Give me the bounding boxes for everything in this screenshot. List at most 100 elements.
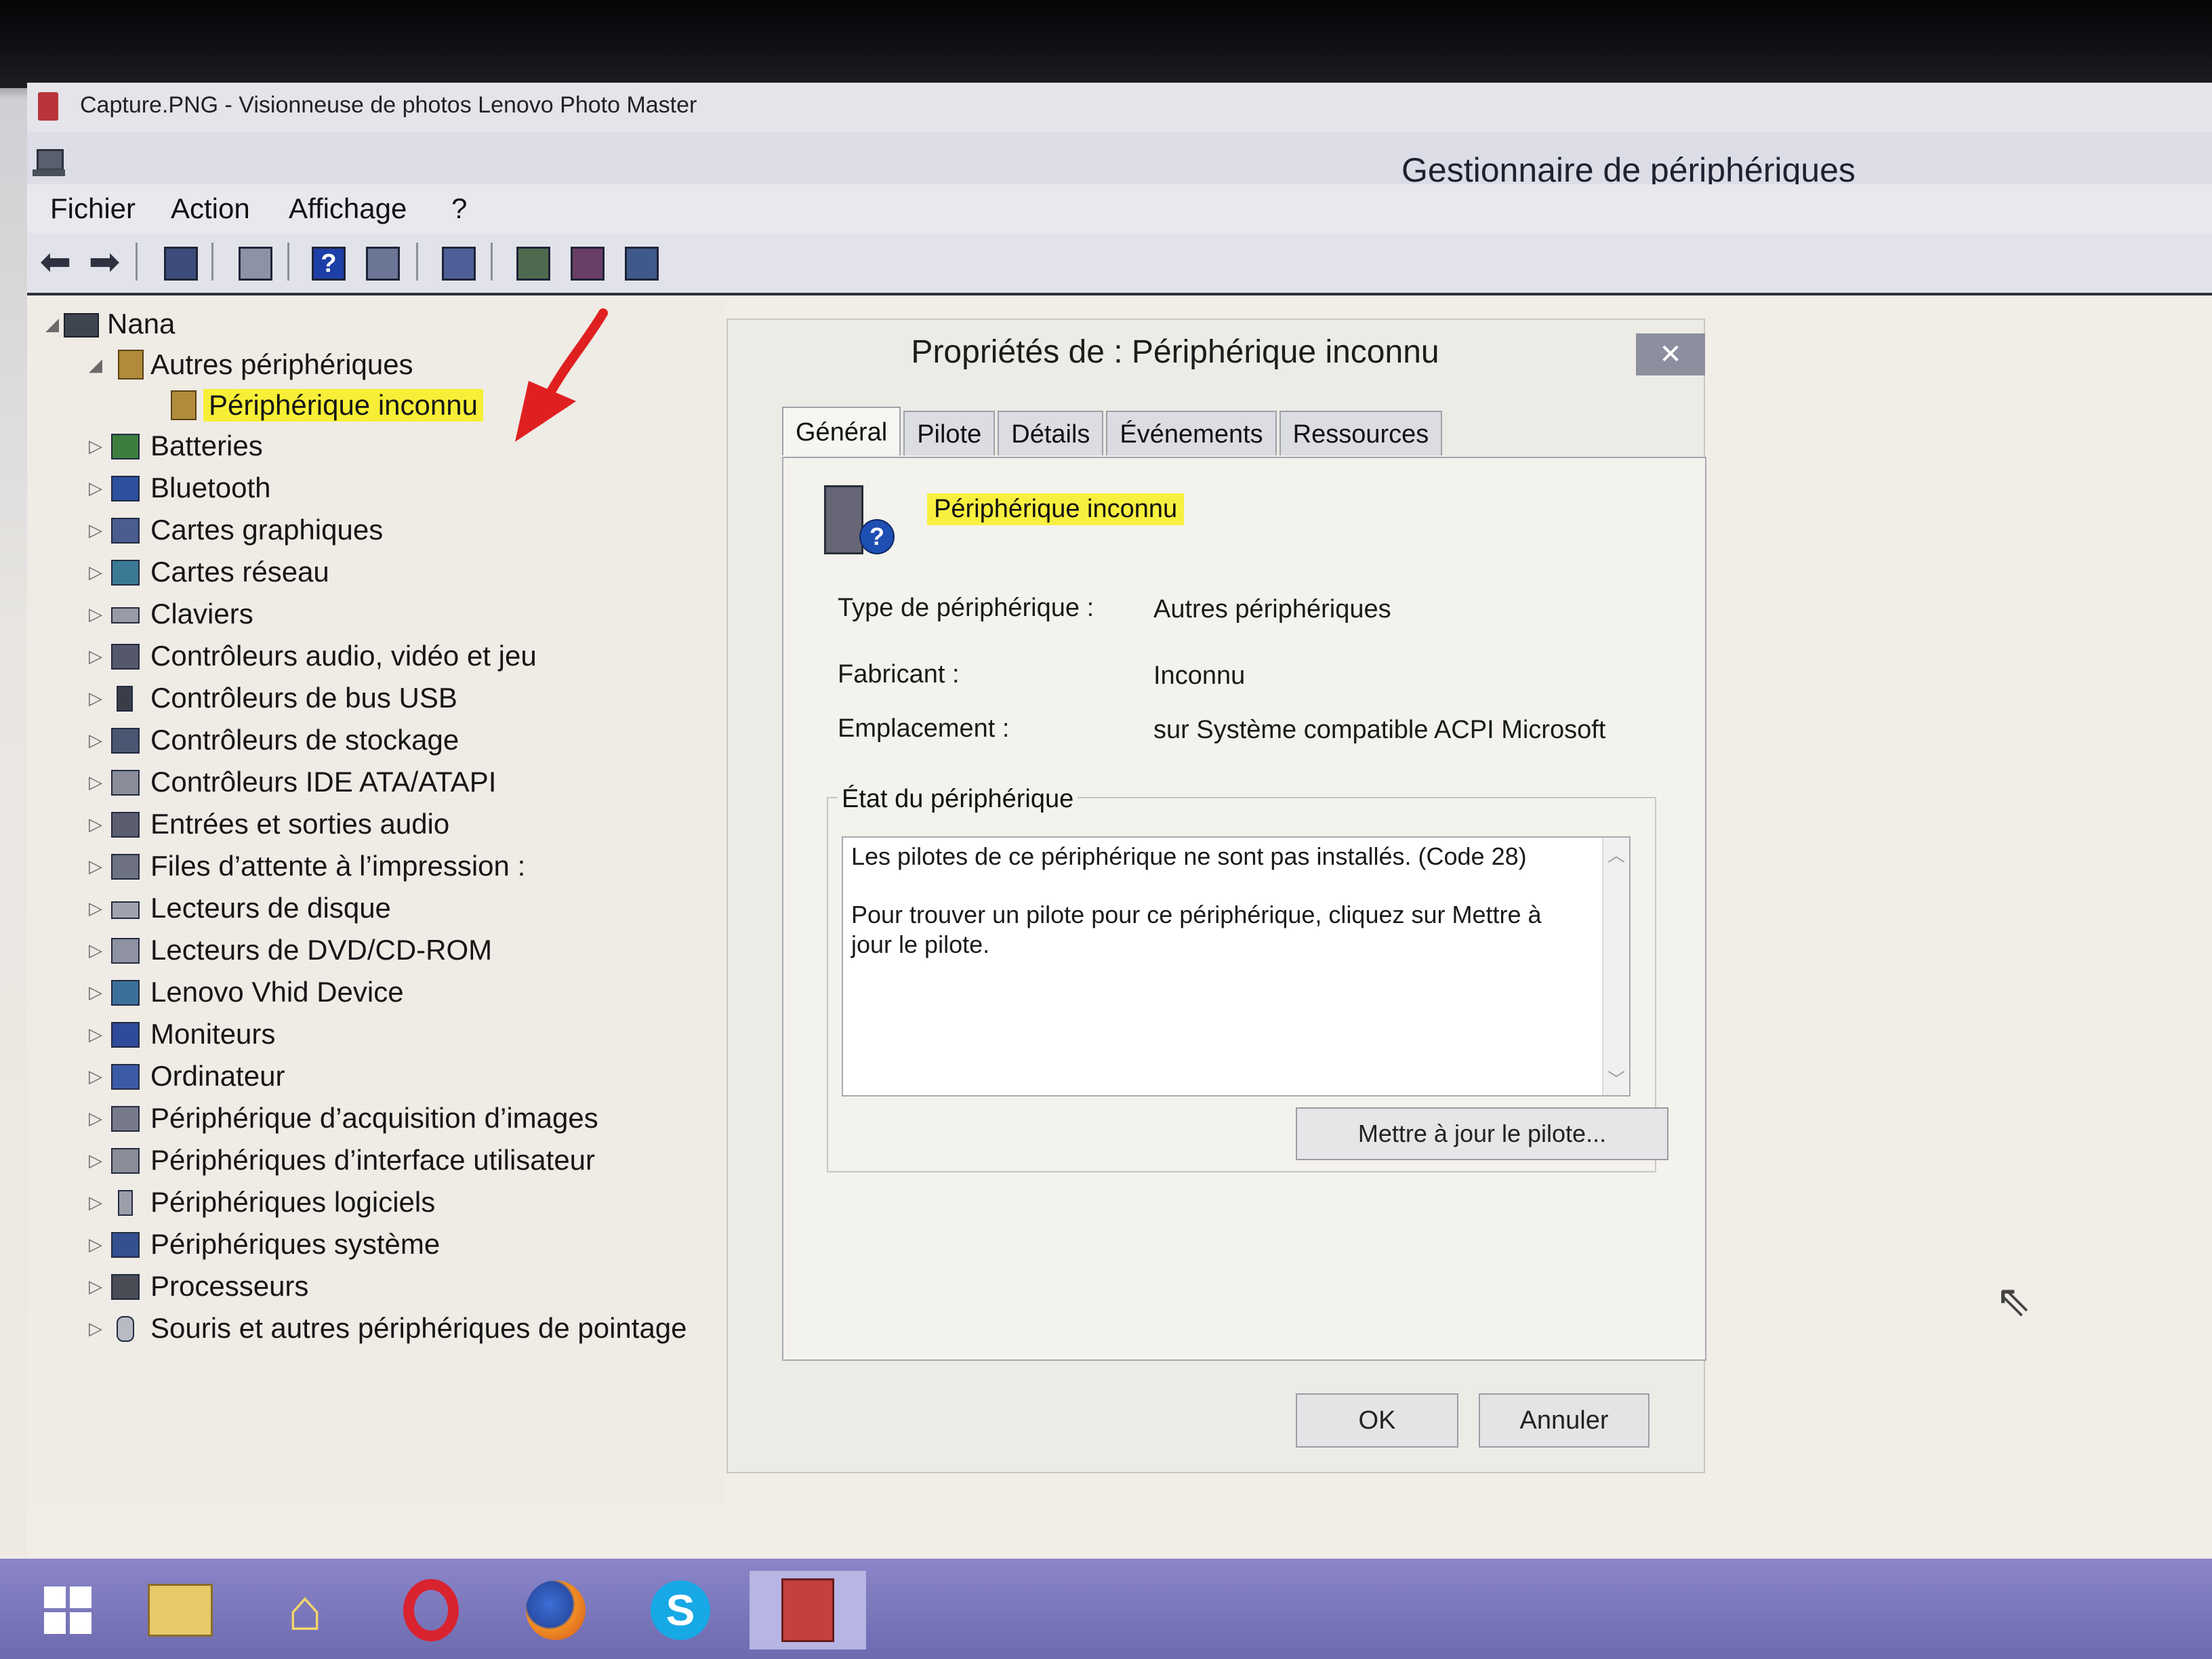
cancel-button[interactable]: Annuler [1479, 1393, 1650, 1448]
home-icon[interactable]: ⌂ [258, 1571, 352, 1650]
photo-viewer-icon[interactable] [750, 1571, 866, 1650]
tree-category[interactable]: ▷ Moniteurs [84, 1014, 275, 1054]
properties-icon[interactable] [234, 241, 272, 282]
scroll-up-icon[interactable]: ︿ [1603, 842, 1629, 867]
device-name: Périphérique inconnu [927, 493, 1185, 525]
scan-hardware-icon[interactable] [438, 241, 476, 282]
tree-root-label: Nana [107, 308, 176, 340]
tree-category[interactable]: ▷ Périphérique d’acquisition d’images [84, 1098, 598, 1139]
opera-icon[interactable] [384, 1571, 478, 1650]
device-status-textbox[interactable]: Les pilotes de ce périphérique ne sont p… [842, 836, 1631, 1097]
device-status-group: État du périphérique Les pilotes de ce p… [827, 785, 1668, 1172]
uninstall-device-icon[interactable] [621, 241, 659, 282]
storage-controller-icon [107, 724, 141, 756]
ok-button[interactable]: OK [1296, 1393, 1458, 1448]
skype-icon[interactable]: S [633, 1571, 728, 1650]
tab-general[interactable]: Général [782, 407, 901, 455]
scroll-down-icon[interactable]: ﹀ [1603, 1066, 1629, 1091]
tree-item-selected[interactable]: Périphérique inconnu [160, 385, 483, 426]
photo-viewer-app-icon [38, 92, 58, 121]
forward-icon[interactable]: ➡ [85, 241, 123, 282]
toolbar-separator [416, 243, 418, 281]
disable-device-icon[interactable] [567, 241, 605, 282]
warning-device-icon [160, 389, 197, 422]
network-adapter-icon [107, 556, 141, 588]
collapse-icon[interactable]: ◢ [84, 354, 107, 375]
tree-category[interactable]: ▷ Bluetooth [84, 468, 270, 508]
toolbar-separator [491, 243, 493, 281]
mouse-icon [107, 1312, 141, 1345]
console-tree-icon[interactable] [160, 241, 198, 282]
status-scrollbar[interactable]: ︿ ﹀ [1602, 838, 1629, 1095]
tree-category[interactable]: ▷ Batteries [84, 426, 263, 466]
help-icon[interactable]: ? [308, 241, 346, 282]
tab-strip: Général Pilote Détails Événements Ressou… [782, 407, 1445, 457]
tree-category[interactable]: ▷ Processeurs [84, 1266, 308, 1307]
device-type-label: Type de périphérique : [838, 594, 1094, 622]
update-driver-button[interactable]: Mettre à jour le pilote... [1296, 1107, 1668, 1160]
tree-category[interactable]: ▷ Files d’attente à l’impression : [84, 846, 525, 886]
toolbar-separator [287, 243, 289, 281]
tree-category[interactable]: ▷ Entrées et sorties audio [84, 804, 449, 844]
tab-ressources[interactable]: Ressources [1279, 411, 1443, 455]
usb-icon [107, 682, 141, 714]
tree-category[interactable]: ▷ Périphériques d’interface utilisateur [84, 1140, 595, 1181]
menu-action[interactable]: Action [171, 192, 250, 225]
monitor-bezel [0, 0, 2212, 88]
tree-category[interactable]: ▷ Claviers [84, 594, 253, 634]
status-message: Les pilotes de ce périphérique ne sont p… [851, 842, 1527, 870]
tree-category[interactable]: ▷ Contrôleurs audio, vidéo et jeu [84, 636, 537, 676]
ide-controller-icon [107, 766, 141, 798]
properties-dialog: Propriétés de : Périphérique inconnu ✕ G… [726, 319, 1706, 1473]
photo-viewer-title: Capture.PNG - Visionneuse de photos Leno… [80, 92, 697, 118]
menu-fichier[interactable]: Fichier [50, 192, 136, 225]
toolbar: ⬅ ➡ ? [27, 233, 2212, 295]
tree-category[interactable]: ▷ Cartes graphiques [84, 510, 383, 550]
tab-details[interactable]: Détails [998, 411, 1104, 455]
tree-category[interactable]: ▷ Souris et autres périphériques de point… [84, 1308, 687, 1349]
back-icon[interactable]: ⬅ [37, 241, 75, 282]
speaker-icon [107, 640, 141, 672]
tree-category[interactable]: ▷ Ordinateur [84, 1056, 285, 1097]
tree-category[interactable]: ▷ Cartes réseau [84, 552, 329, 592]
unknown-device-icon: ? [824, 485, 899, 560]
tree-category[interactable]: ▷ Lecteurs de DVD/CD-ROM [84, 930, 492, 970]
menu-affichage[interactable]: Affichage [289, 192, 407, 225]
keyboard-icon [107, 598, 141, 630]
close-icon[interactable]: ✕ [1636, 333, 1705, 375]
tree-category[interactable]: ▷ Contrôleurs de stockage [84, 720, 459, 760]
tab-evenements[interactable]: Événements [1106, 411, 1277, 455]
tree-category[interactable]: ▷ Lecteurs de disque [84, 888, 391, 928]
tree-group-autres[interactable]: ◢ Autres périphériques [84, 344, 413, 385]
tree-root[interactable]: ◢ Nana [41, 304, 175, 344]
computer-icon [107, 1060, 141, 1092]
software-device-icon [107, 1186, 141, 1218]
view-icon[interactable] [362, 241, 400, 282]
disk-drive-icon [107, 892, 141, 924]
general-tab-panel: ? Périphérique inconnu Type de périphéri… [782, 457, 1706, 1361]
battery-icon [107, 430, 141, 462]
hid-icon [107, 1144, 141, 1176]
toolbar-separator [211, 243, 213, 281]
display-adapter-icon [107, 514, 141, 546]
dvd-drive-icon [107, 934, 141, 966]
tree-category[interactable]: ▷ Périphériques système [84, 1224, 440, 1265]
tree-category[interactable]: ▷ Lenovo Vhid Device [84, 972, 404, 1012]
file-explorer-icon[interactable] [133, 1571, 228, 1650]
collapse-icon[interactable]: ◢ [41, 314, 64, 335]
device-status-label: État du périphérique [838, 785, 1078, 814]
taskbar: ⌂ S [0, 1559, 2212, 1659]
computer-icon [64, 308, 99, 340]
tree-category[interactable]: ▷ Contrôleurs IDE ATA/ATAPI [84, 762, 496, 802]
tree-category[interactable]: ▷ Contrôleurs de bus USB [84, 678, 457, 718]
windows-start-icon[interactable] [20, 1571, 115, 1650]
mouse-pointer-icon: ⇖ [1995, 1276, 2032, 1325]
location-value: sur Système compatible ACPI Microsoft [1153, 716, 1606, 744]
update-driver-icon[interactable] [512, 241, 550, 282]
audio-io-icon [107, 808, 141, 840]
tab-pilote[interactable]: Pilote [903, 411, 996, 455]
tree-category[interactable]: ▷ Périphériques logiciels [84, 1182, 435, 1223]
menu-help[interactable]: ? [451, 192, 467, 225]
firefox-icon[interactable] [508, 1571, 603, 1650]
processor-icon [107, 1270, 141, 1303]
